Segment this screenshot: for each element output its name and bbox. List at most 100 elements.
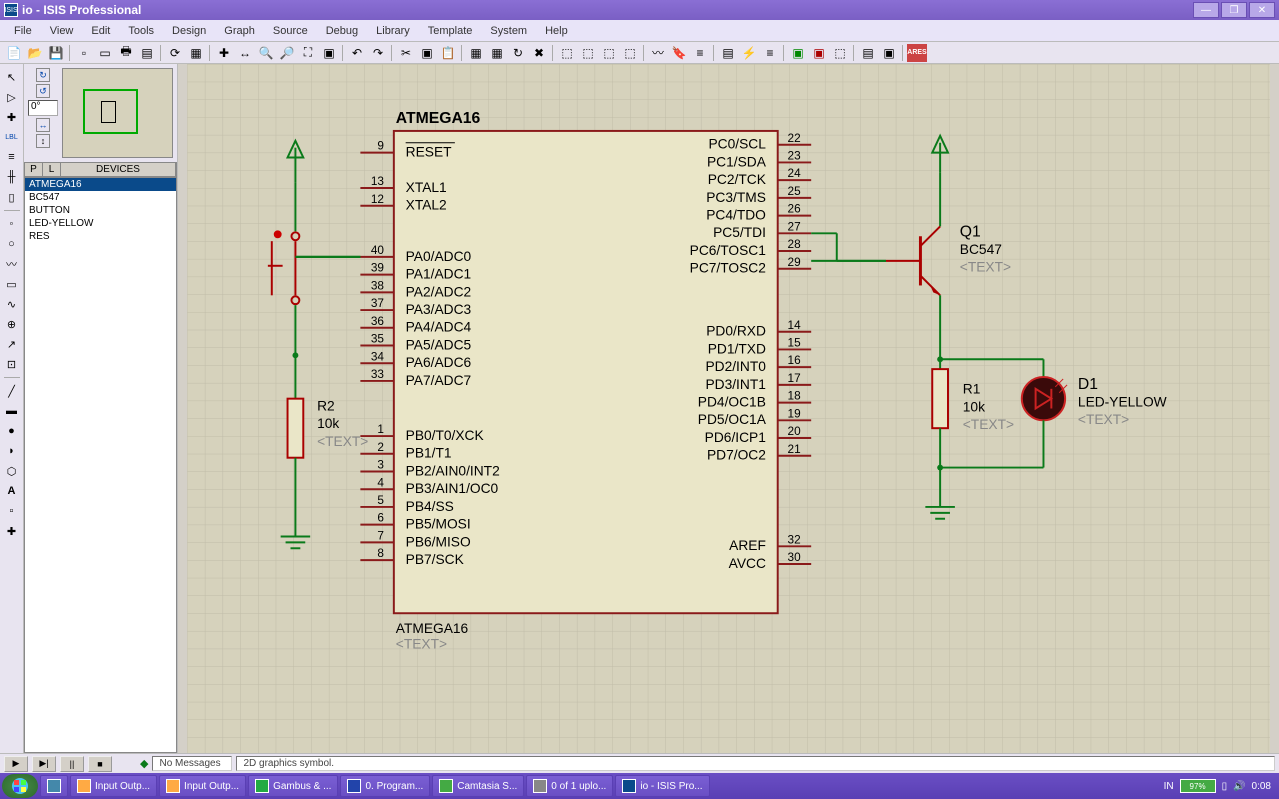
- delete-sheet-button[interactable]: ▣: [809, 44, 829, 62]
- block-rotate-button[interactable]: ↻: [508, 44, 528, 62]
- rotate-cw-button[interactable]: ↻: [36, 68, 50, 82]
- header-p[interactable]: P: [25, 163, 43, 176]
- menu-file[interactable]: File: [6, 23, 40, 39]
- zoom-fit-button[interactable]: ⛶: [298, 44, 318, 62]
- menu-library[interactable]: Library: [368, 23, 418, 39]
- pause-button[interactable]: ||: [60, 756, 84, 772]
- box-tool[interactable]: ▬: [3, 402, 21, 420]
- maximize-button[interactable]: ❐: [1221, 2, 1247, 18]
- report-button[interactable]: ▤: [137, 44, 157, 62]
- save-button[interactable]: 💾: [46, 44, 66, 62]
- device-list[interactable]: ATMEGA16 BC547 BUTTON LED-YELLOW RES: [24, 177, 177, 753]
- path-tool[interactable]: ⬡: [3, 462, 21, 480]
- tray-icon[interactable]: ▯: [1222, 781, 1228, 792]
- generator-tool[interactable]: ∿: [3, 295, 21, 313]
- exit-hier-button[interactable]: ⬚: [830, 44, 850, 62]
- page-button[interactable]: ▫: [74, 44, 94, 62]
- menu-debug[interactable]: Debug: [318, 23, 366, 39]
- wire-autoroute-button[interactable]: 〰: [648, 44, 668, 62]
- zoom-area-button[interactable]: ▣: [319, 44, 339, 62]
- menu-design[interactable]: Design: [164, 23, 214, 39]
- start-button[interactable]: [2, 774, 38, 798]
- chip-button[interactable]: ▣: [879, 44, 899, 62]
- device-item[interactable]: ATMEGA16: [25, 178, 176, 191]
- close-button[interactable]: ✕: [1249, 2, 1275, 18]
- task-item[interactable]: Gambus & ...: [248, 775, 338, 797]
- subcircuit-tool[interactable]: ▯: [3, 188, 21, 206]
- task-item[interactable]: 0. Program...: [340, 775, 430, 797]
- menu-tools[interactable]: Tools: [120, 23, 162, 39]
- task-item[interactable]: Input Outp...: [159, 775, 246, 797]
- marker-tool[interactable]: ✚: [3, 522, 21, 540]
- step-button[interactable]: ▶|: [32, 756, 56, 772]
- undo-button[interactable]: ↶: [347, 44, 367, 62]
- new-sheet-button[interactable]: ▣: [788, 44, 808, 62]
- schematic-svg[interactable]: ATMEGA16 ATMEGA16 <TEXT> 9RESET13XTAL112…: [178, 64, 1279, 753]
- grid-button[interactable]: ▦: [186, 44, 206, 62]
- pan-button[interactable]: ↔: [235, 44, 255, 62]
- menu-template[interactable]: Template: [420, 23, 481, 39]
- task-item[interactable]: Input Outp...: [70, 775, 157, 797]
- bus-tool[interactable]: ╫: [3, 168, 21, 186]
- script-tool[interactable]: ≡: [3, 148, 21, 166]
- instrument-tool[interactable]: ⊡: [3, 355, 21, 373]
- battery-indicator[interactable]: 97%: [1180, 779, 1216, 793]
- line-tool[interactable]: ╱: [3, 382, 21, 400]
- terminal-tool[interactable]: ◦: [3, 215, 21, 233]
- copy-button[interactable]: ▣: [417, 44, 437, 62]
- play-button[interactable]: ▶: [4, 756, 28, 772]
- cut-button[interactable]: ✂: [396, 44, 416, 62]
- packaging-button[interactable]: ⬚: [599, 44, 619, 62]
- device-item[interactable]: LED-YELLOW: [25, 217, 176, 230]
- origin-button[interactable]: ✚: [214, 44, 234, 62]
- probe-i-tool[interactable]: ↗: [3, 335, 21, 353]
- redo-button[interactable]: ↷: [368, 44, 388, 62]
- make-device-button[interactable]: ⬚: [578, 44, 598, 62]
- header-l[interactable]: L: [43, 163, 61, 176]
- quick-launch-explorer[interactable]: [40, 775, 68, 797]
- label-tool[interactable]: LBL: [3, 128, 21, 146]
- search-tag-button[interactable]: 🔖: [669, 44, 689, 62]
- paste-button[interactable]: 📋: [438, 44, 458, 62]
- menu-help[interactable]: Help: [537, 23, 576, 39]
- graph-tool[interactable]: 〰: [3, 255, 21, 273]
- task-item[interactable]: 0 of 1 uplo...: [526, 775, 613, 797]
- new-button[interactable]: 📄: [4, 44, 24, 62]
- pick-button[interactable]: ⬚: [557, 44, 577, 62]
- circle-tool[interactable]: ●: [3, 422, 21, 440]
- block-copy-button[interactable]: ▦: [466, 44, 486, 62]
- refresh-button[interactable]: ⟳: [165, 44, 185, 62]
- angle-input[interactable]: 0°: [28, 100, 58, 116]
- area-button[interactable]: ▭: [95, 44, 115, 62]
- rotate-ccw-button[interactable]: ↺: [36, 84, 50, 98]
- overview-panel[interactable]: [62, 68, 173, 158]
- menu-system[interactable]: System: [482, 23, 535, 39]
- minimize-button[interactable]: —: [1193, 2, 1219, 18]
- block-delete-button[interactable]: ✖: [529, 44, 549, 62]
- menu-view[interactable]: View: [42, 23, 82, 39]
- netlist-button[interactable]: ≡: [760, 44, 780, 62]
- selection-tool[interactable]: ↖: [3, 68, 21, 86]
- erc-button[interactable]: ⚡: [739, 44, 759, 62]
- menu-graph[interactable]: Graph: [216, 23, 263, 39]
- stop-button[interactable]: ■: [88, 756, 112, 772]
- schematic-canvas[interactable]: ATMEGA16 ATMEGA16 <TEXT> 9RESET13XTAL112…: [178, 64, 1279, 753]
- tape-tool[interactable]: ▭: [3, 275, 21, 293]
- pin-tool[interactable]: ○: [3, 235, 21, 253]
- messages-status[interactable]: No Messages: [152, 756, 232, 771]
- ares-button[interactable]: ARES: [907, 44, 927, 62]
- arc-tool[interactable]: ◗: [3, 442, 21, 460]
- design-explorer-button[interactable]: ▤: [858, 44, 878, 62]
- block-move-button[interactable]: ▦: [487, 44, 507, 62]
- language-indicator[interactable]: IN: [1164, 781, 1174, 792]
- probe-v-tool[interactable]: ⊕: [3, 315, 21, 333]
- text-tool[interactable]: A: [3, 482, 21, 500]
- task-item[interactable]: Camtasia S...: [432, 775, 524, 797]
- mirror-v-button[interactable]: ↕: [36, 134, 50, 148]
- property-button[interactable]: ≡: [690, 44, 710, 62]
- decompose-button[interactable]: ⬚: [620, 44, 640, 62]
- clock[interactable]: 0:08: [1252, 781, 1271, 792]
- device-item[interactable]: BUTTON: [25, 204, 176, 217]
- open-button[interactable]: 📂: [25, 44, 45, 62]
- print-button[interactable]: 🖶: [116, 44, 136, 62]
